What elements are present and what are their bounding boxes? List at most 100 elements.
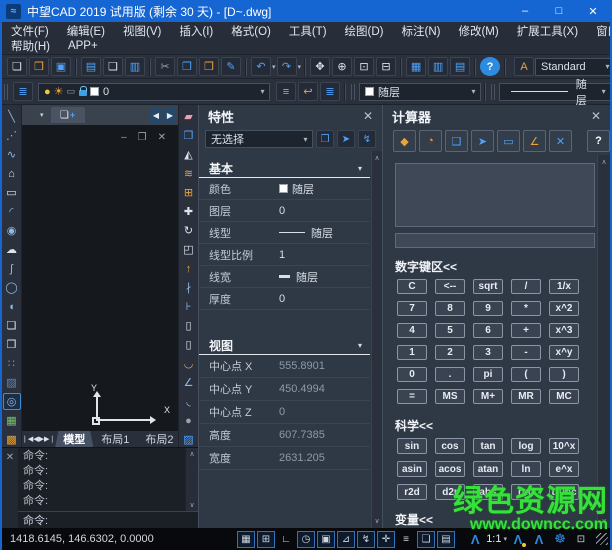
polyline-icon[interactable]: ∿: [3, 146, 21, 163]
calc-key[interactable]: x^3: [549, 323, 579, 338]
clear-icon[interactable]: ◆: [393, 130, 416, 152]
customize-icon[interactable]: ▨: [180, 431, 198, 448]
properties-palette-icon[interactable]: ▦: [406, 57, 426, 76]
image-icon[interactable]: ▩: [3, 431, 21, 448]
calc-key[interactable]: =: [397, 389, 427, 404]
property-row[interactable]: 宽度 2631.205: [199, 447, 370, 470]
gear-icon[interactable]: ☸: [551, 531, 569, 548]
zoom-window-icon[interactable]: ⊡: [354, 57, 374, 76]
redo-icon[interactable]: ↷: [277, 57, 297, 76]
layer-on-bulb-icon[interactable]: ●: [44, 86, 51, 98]
trim-icon[interactable]: ∤: [180, 279, 198, 296]
property-row[interactable]: 线宽 随层: [199, 266, 370, 288]
fullscreen-icon[interactable]: ⊡: [572, 531, 590, 548]
calc-key[interactable]: 5: [435, 323, 465, 338]
layer-unlock-icon[interactable]: [79, 90, 87, 96]
calc-key[interactable]: 7: [397, 301, 427, 316]
help-icon[interactable]: ?: [480, 57, 500, 76]
match-properties-icon[interactable]: ✎: [221, 57, 241, 76]
properties-close-icon[interactable]: ✕: [363, 109, 373, 123]
property-row[interactable]: 中心点 Z 0: [199, 401, 370, 424]
calc-key[interactable]: 0: [397, 367, 427, 382]
menu-file[interactable]: 文件(F): [2, 23, 58, 39]
calc-key[interactable]: abs: [473, 484, 503, 500]
insert-block-icon[interactable]: ❏: [3, 317, 21, 334]
revcloud-icon[interactable]: ☁: [3, 241, 21, 258]
calc-key[interactable]: (: [511, 367, 541, 382]
toggle-pickadd-icon[interactable]: ❐: [316, 130, 334, 148]
menu-modify[interactable]: 修改(M): [449, 23, 507, 39]
calc-key[interactable]: MR: [511, 389, 541, 404]
line-icon[interactable]: ╲: [3, 108, 21, 125]
property-row[interactable]: 厚度 0: [199, 288, 370, 310]
cut-icon[interactable]: ✂: [155, 57, 175, 76]
close-icon[interactable]: ✕: [576, 0, 610, 22]
fillet-icon[interactable]: ◟: [180, 393, 198, 410]
paste-to-command-icon[interactable]: ❑: [445, 130, 468, 152]
layer-states-icon[interactable]: ≡: [276, 82, 296, 101]
toolbar-grip[interactable]: [4, 84, 10, 100]
command-scrollbar[interactable]: ∧ ∨: [185, 448, 198, 511]
scroll-down-icon[interactable]: ∨: [189, 501, 194, 509]
undo-icon[interactable]: ↶: [251, 57, 271, 76]
spline-icon[interactable]: ʃ: [3, 260, 21, 277]
layer-isolate-icon[interactable]: ≣: [320, 82, 340, 101]
angle-icon[interactable]: ∠: [523, 130, 546, 152]
property-row[interactable]: 颜色 随层: [199, 178, 370, 200]
copy-object-icon[interactable]: ❐: [180, 127, 198, 144]
menu-app-plus[interactable]: APP+: [59, 40, 107, 52]
calc-key[interactable]: sqrt: [473, 279, 503, 294]
ellipse-arc-icon[interactable]: ◖: [3, 298, 21, 315]
collapse-icon[interactable]: ▾: [358, 164, 362, 173]
tool-palettes-icon[interactable]: ▤: [450, 57, 470, 76]
calc-key[interactable]: -: [511, 345, 541, 360]
calc-key[interactable]: 1/x: [549, 279, 579, 294]
erase-icon[interactable]: ▰: [180, 108, 198, 125]
property-row[interactable]: 中心点 X 555.8901: [199, 355, 370, 378]
annotation-scale-control[interactable]: 1:1 ▾: [486, 533, 507, 545]
calc-key[interactable]: asin: [397, 461, 427, 477]
scroll-up-icon[interactable]: ∧: [601, 158, 606, 166]
menu-format[interactable]: 格式(O): [222, 23, 280, 39]
layer-plot-icon[interactable]: ▭: [67, 86, 76, 97]
calc-key[interactable]: M+: [473, 389, 503, 404]
calc-key[interactable]: d2r: [435, 484, 465, 500]
history-icon[interactable]: ◔: [419, 130, 442, 152]
calc-key[interactable]: rnd: [511, 484, 541, 500]
paste-icon[interactable]: ❒: [199, 57, 219, 76]
calc-key[interactable]: acos: [435, 461, 465, 477]
file-tabs-menu-icon[interactable]: ▾: [40, 111, 44, 119]
property-row[interactable]: 线型比例 1: [199, 244, 370, 266]
calc-key[interactable]: .: [435, 367, 465, 382]
pan-icon[interactable]: ✥: [310, 57, 330, 76]
drawing-canvas[interactable]: – ❐ ✕ Y X: [22, 125, 178, 431]
calc-key[interactable]: ln: [511, 461, 541, 477]
first-tab-icon[interactable]: ❘◀: [22, 431, 33, 447]
calc-key[interactable]: 8: [435, 301, 465, 316]
calc-key[interactable]: e^x: [549, 461, 579, 477]
calc-key[interactable]: tan: [473, 438, 503, 454]
polar-toggle-icon[interactable]: ◷: [297, 531, 315, 548]
layer-manager-icon[interactable]: ≣: [13, 82, 33, 101]
property-row[interactable]: 高度 607.7385: [199, 424, 370, 447]
explode-icon[interactable]: ●: [180, 412, 198, 429]
tab-layout2[interactable]: 布局2: [137, 431, 178, 447]
circle-icon[interactable]: ◉: [3, 222, 21, 239]
menu-view[interactable]: 视图(V): [114, 23, 170, 39]
undo-dropdown-icon[interactable]: ▾: [272, 57, 276, 76]
point-icon[interactable]: ∷: [3, 355, 21, 372]
snap-toggle-icon[interactable]: ▦: [237, 531, 255, 548]
doc-restore-icon[interactable]: ❐: [138, 132, 147, 143]
table-icon[interactable]: ▦: [3, 412, 21, 429]
calc-help-icon[interactable]: ?: [587, 130, 610, 152]
polygon-icon[interactable]: ⌂: [3, 165, 21, 182]
minimize-icon[interactable]: –: [508, 0, 542, 22]
scroll-up-icon[interactable]: ∧: [374, 154, 379, 162]
get-coordinates-icon[interactable]: ➤: [471, 130, 494, 152]
calc-key[interactable]: pi: [473, 367, 503, 382]
hatch-icon[interactable]: ▨: [3, 374, 21, 391]
variables-header[interactable]: 变量<<: [395, 511, 597, 528]
calc-key[interactable]: 1: [397, 345, 427, 360]
ellipse-icon[interactable]: ◯: [3, 279, 21, 296]
stretch-icon[interactable]: ↑: [180, 260, 198, 277]
